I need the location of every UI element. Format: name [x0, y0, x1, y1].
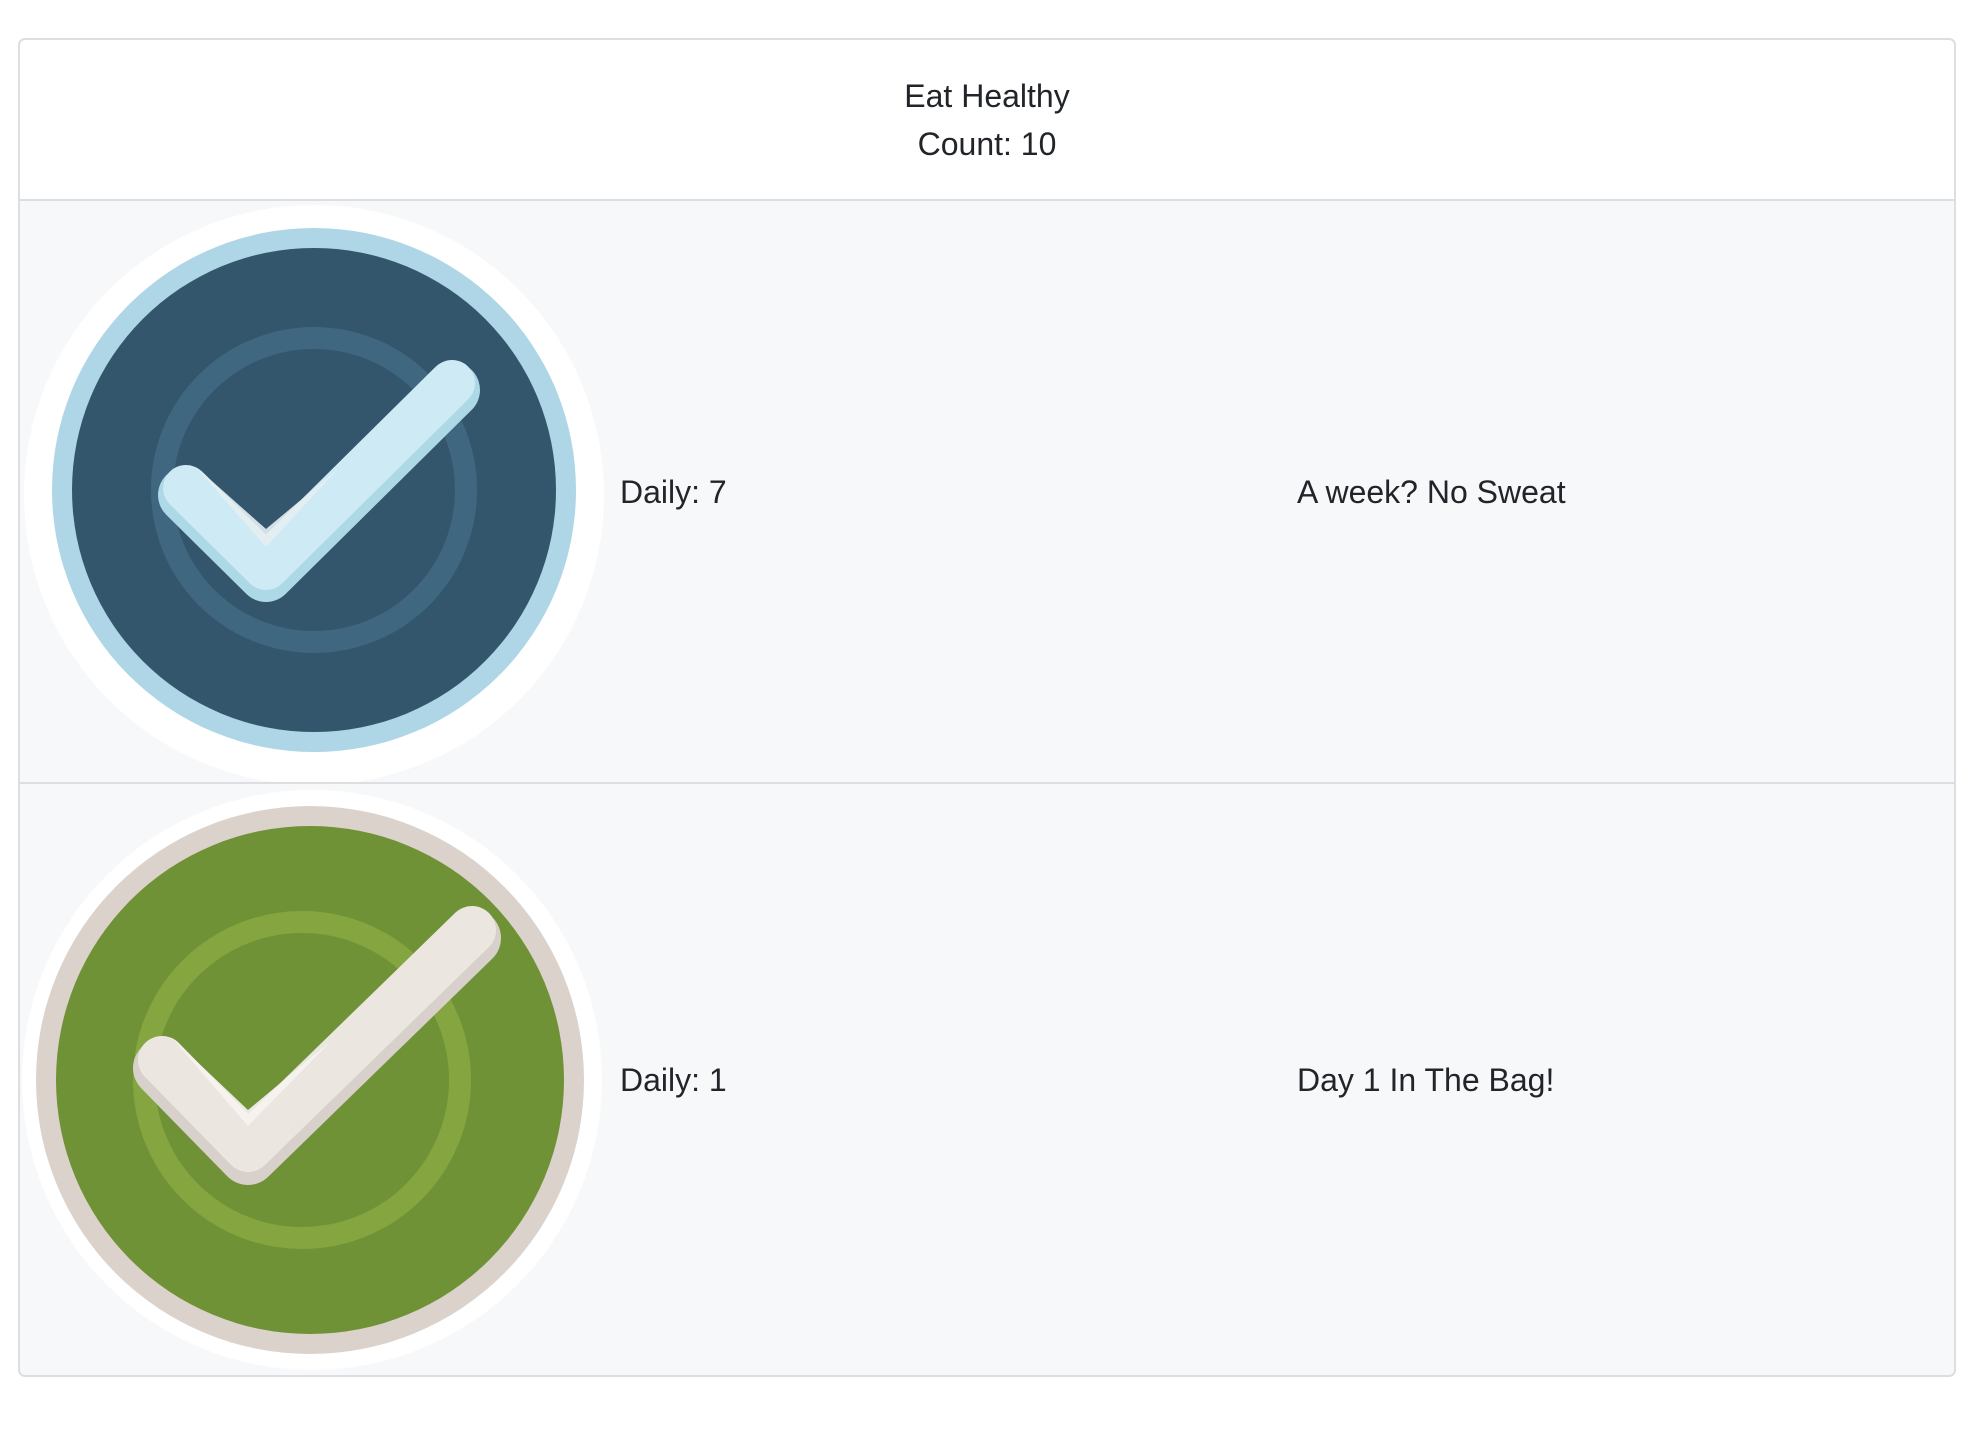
daily-count: Daily: 1: [620, 1061, 727, 1098]
goal-header: Eat Healthy Count: 10: [18, 38, 1956, 201]
badge-row: Daily: 1 Day 1 In The Bag!: [18, 784, 1956, 1377]
check-badge-icon: [22, 790, 602, 1370]
badge-row: Daily: 7 A week? No Sweat: [18, 201, 1956, 784]
goal-title: Eat Healthy: [904, 77, 1070, 114]
daily-count: Daily: 7: [620, 473, 727, 510]
badge-message: Day 1 In The Bag!: [1297, 1061, 1555, 1098]
goal-count: Count: 10: [917, 125, 1057, 162]
check-badge-icon: [24, 205, 604, 782]
badge-message: A week? No Sweat: [1297, 473, 1566, 510]
goal-card-list: Eat Healthy Count: 10 Daily: 7 A week? N…: [18, 38, 1956, 1377]
